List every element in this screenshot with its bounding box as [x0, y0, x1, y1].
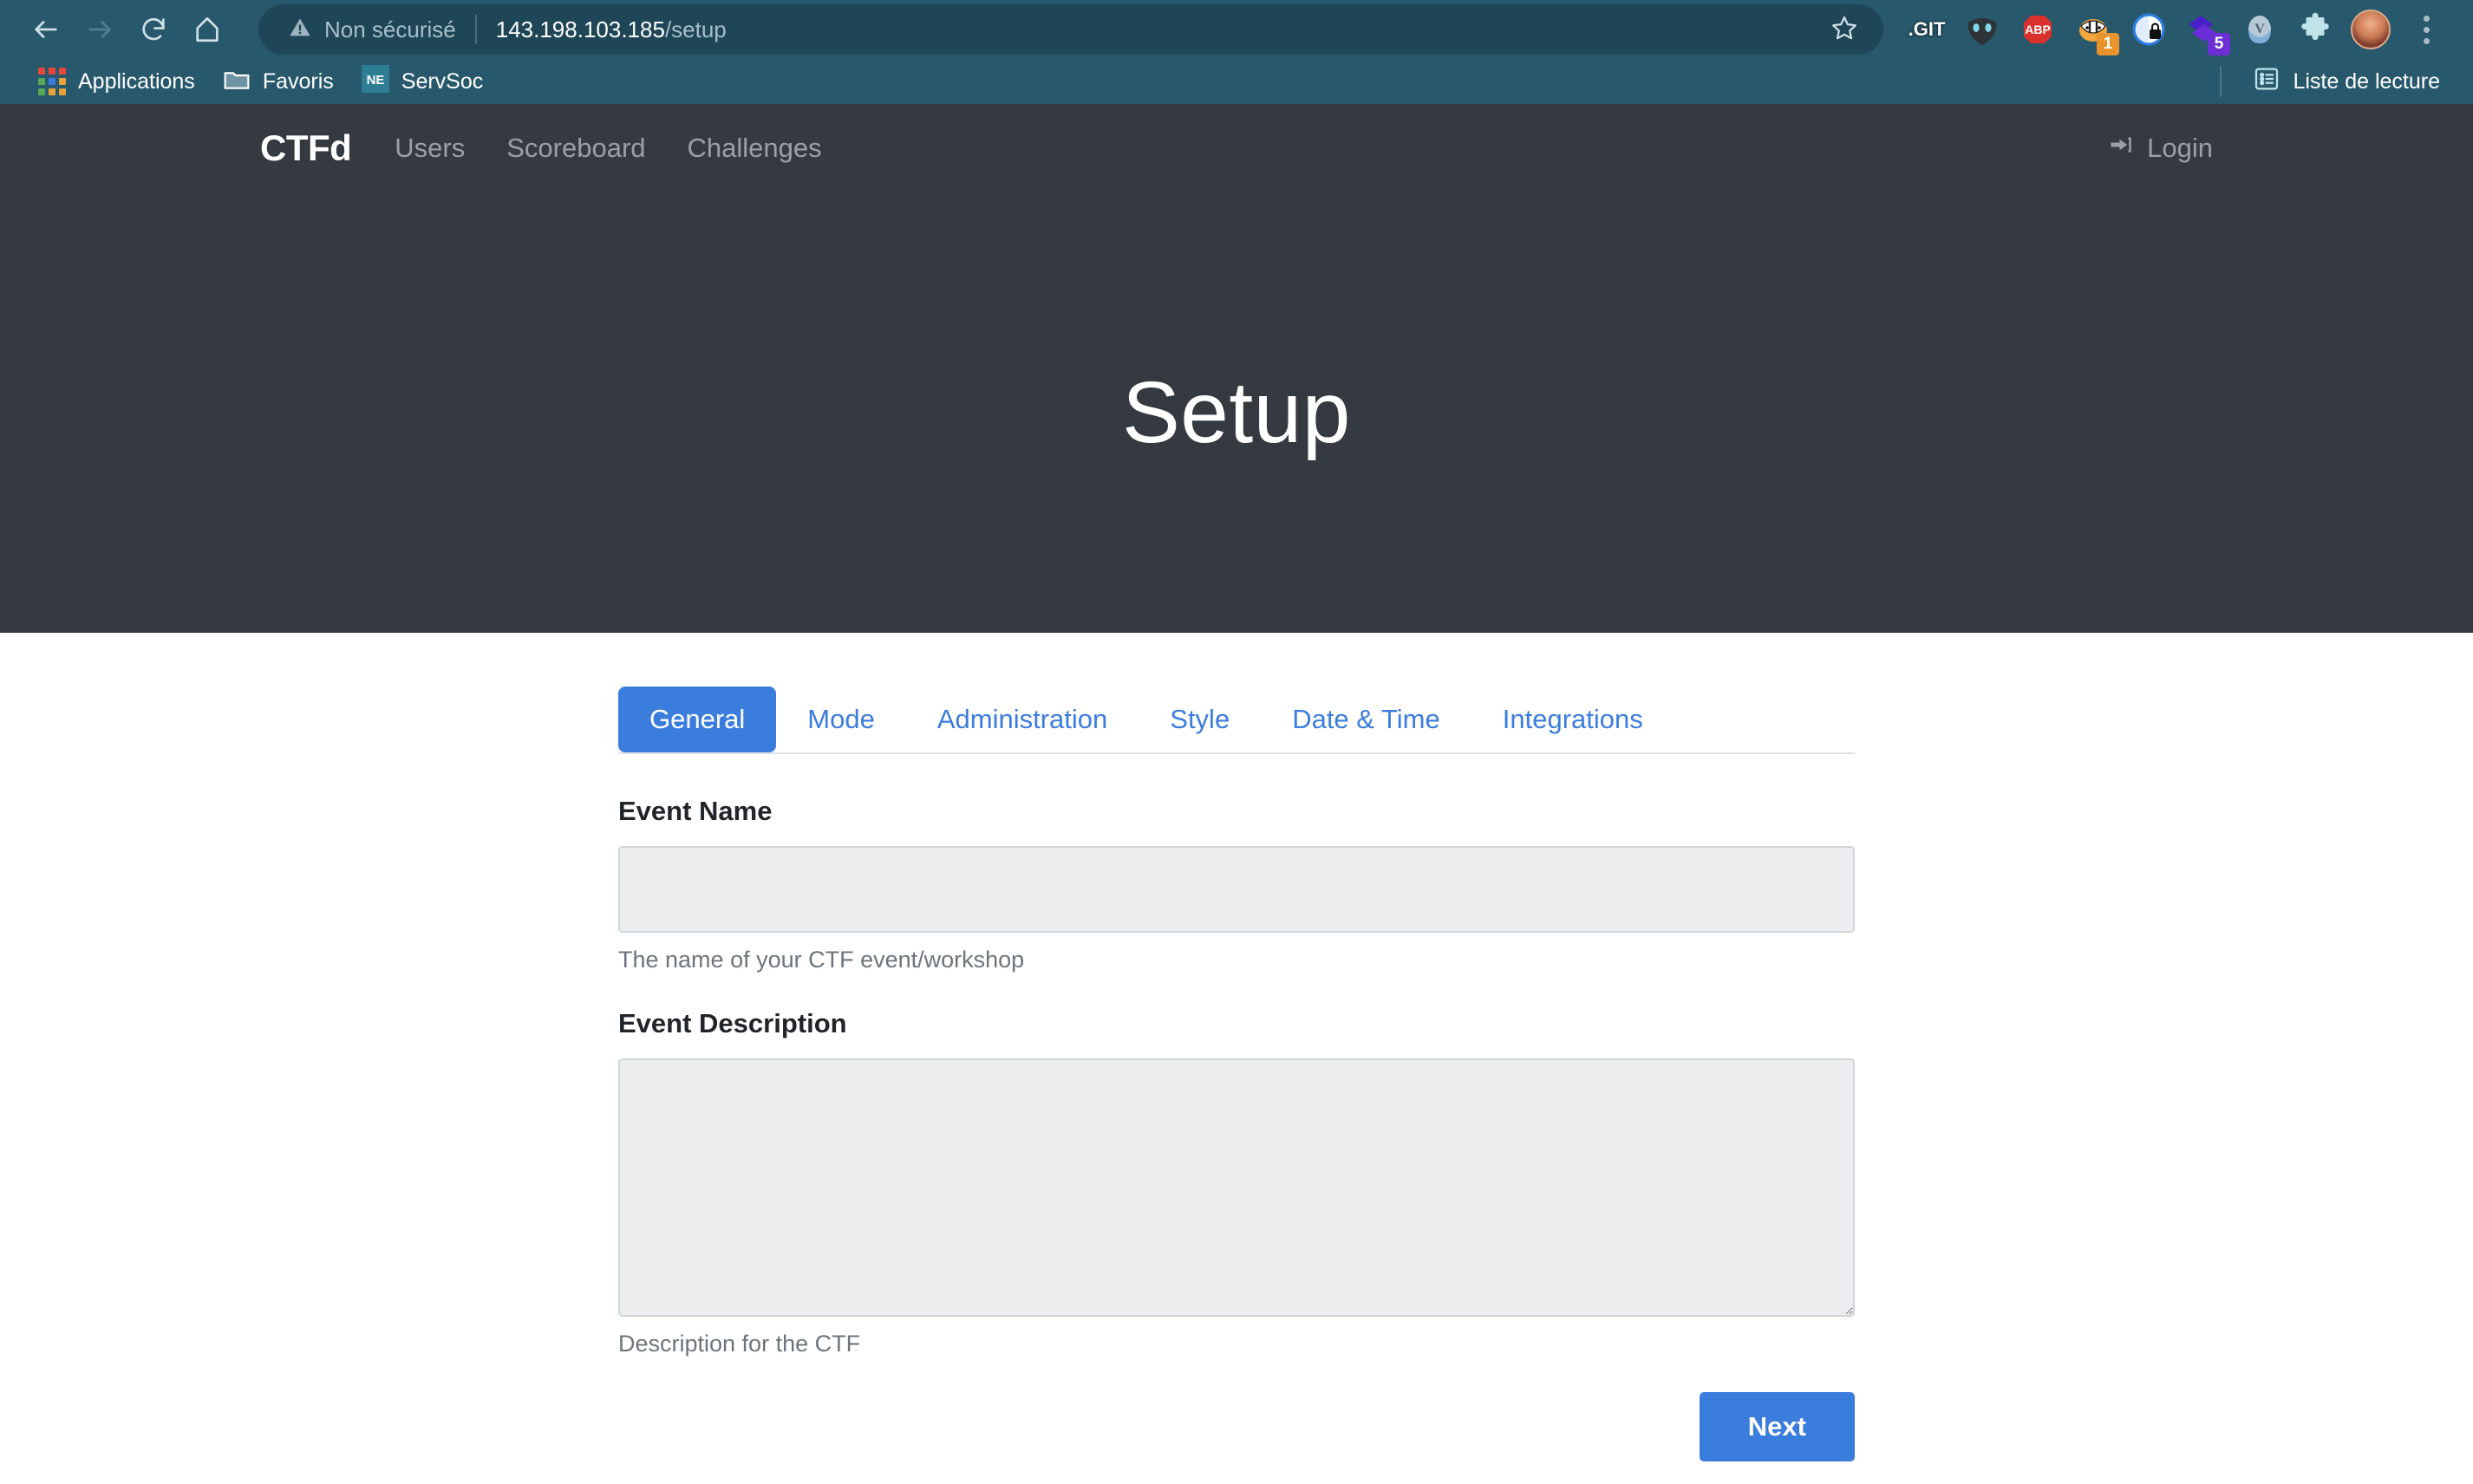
browser-toolbar: Non sécurisé 143.198.103.185/setup .GIT — [0, 0, 2473, 59]
bookmark-label: ServSoc — [401, 69, 483, 94]
url-path: /setup — [665, 16, 727, 42]
event-name-label: Event Name — [618, 796, 1855, 827]
nav-link-users[interactable]: Users — [395, 133, 465, 164]
event-name-input[interactable] — [618, 846, 1855, 933]
event-name-help: The name of your CTF event/workshop — [618, 947, 1855, 973]
event-description-help: Description for the CTF — [618, 1331, 1855, 1357]
nav-link-scoreboard[interactable]: Scoreboard — [506, 133, 645, 164]
extension-badge: 5 — [2208, 33, 2230, 55]
tab-general[interactable]: General — [618, 687, 776, 752]
avatar[interactable] — [2343, 2, 2398, 57]
site-navbar: CTFd Users Scoreboard Challenges Login — [0, 104, 2473, 192]
tab-date-time[interactable]: Date & Time — [1261, 687, 1471, 752]
reading-list-button[interactable]: Liste de lecture — [2239, 60, 2454, 104]
tab-style[interactable]: Style — [1139, 687, 1261, 752]
forward-arrow-icon[interactable] — [73, 3, 127, 56]
tab-integrations[interactable]: Integrations — [1471, 687, 1674, 752]
address-bar[interactable]: Non sécurisé 143.198.103.185/setup — [258, 4, 1883, 55]
bookmark-favoris[interactable]: Favoris — [209, 62, 348, 102]
login-link[interactable]: Login — [2109, 132, 2213, 165]
page-title: Setup — [1122, 363, 1351, 463]
reading-list-icon — [2253, 65, 2281, 99]
nav-link-challenges[interactable]: Challenges — [688, 133, 822, 164]
ne-favicon-icon: NE — [362, 65, 389, 99]
field-group-event-name: Event Name The name of your CTF event/wo… — [618, 796, 1855, 973]
security-label: Non sécurisé — [324, 16, 456, 43]
bookmarks-bar: Applications Favoris NE ServSoc — [0, 59, 2473, 104]
git-extension-icon[interactable]: .GIT — [1899, 2, 1954, 57]
setup-tabs: General Mode Administration Style Date &… — [618, 687, 1855, 754]
bookmarks-divider — [2220, 66, 2222, 97]
svg-text:NE: NE — [366, 73, 384, 88]
omnibox-divider — [475, 15, 477, 44]
page-jumbotron: Setup — [0, 192, 2473, 633]
field-group-event-description: Event Description Description for the CT… — [618, 1008, 1855, 1357]
bookmark-applications[interactable]: Applications — [24, 62, 209, 101]
brand-logo[interactable]: CTFd — [260, 127, 351, 169]
next-button[interactable]: Next — [1700, 1392, 1855, 1461]
browser-chrome: Non sécurisé 143.198.103.185/setup .GIT — [0, 0, 2473, 104]
sign-in-icon — [2109, 132, 2135, 165]
extension-icons: .GIT ABP — [1899, 2, 2454, 57]
setup-form: Event Name The name of your CTF event/wo… — [618, 754, 1855, 1461]
privacy-possum-extension-icon[interactable] — [2121, 2, 2176, 57]
tab-administration[interactable]: Administration — [906, 687, 1139, 752]
back-arrow-icon[interactable] — [19, 3, 73, 56]
page-content: CTFd Users Scoreboard Challenges Login S… — [0, 104, 2473, 1484]
navbar-right: Login — [2109, 132, 2213, 165]
bookmark-label: Applications — [78, 69, 195, 94]
reload-icon[interactable] — [127, 3, 180, 56]
bookmark-label: Favoris — [263, 69, 334, 94]
bookmark-servsoc[interactable]: NE ServSoc — [348, 60, 497, 104]
vimium-extension-icon[interactable]: V — [2232, 2, 2287, 57]
warning-triangle-icon — [288, 16, 312, 44]
security-status[interactable]: Non sécurisé — [288, 16, 456, 44]
folder-icon — [223, 67, 251, 97]
svg-text:ABP: ABP — [2025, 23, 2051, 36]
home-icon[interactable] — [180, 3, 234, 56]
tab-mode[interactable]: Mode — [776, 687, 906, 752]
reading-list-label: Liste de lecture — [2293, 69, 2440, 94]
event-description-label: Event Description — [618, 1008, 1855, 1039]
privacy-badger-extension-icon[interactable]: 1 — [2065, 2, 2121, 57]
form-actions: Next — [618, 1392, 1855, 1461]
adblock-plus-extension-icon[interactable]: ABP — [2010, 2, 2065, 57]
setup-container: General Mode Administration Style Date &… — [618, 633, 1855, 1484]
apps-grid-icon — [38, 68, 66, 95]
affinity-extension-icon[interactable]: 5 — [2176, 2, 2232, 57]
url-host: 143.198.103.185 — [496, 16, 665, 42]
login-label: Login — [2147, 133, 2213, 164]
star-icon[interactable] — [1830, 13, 1859, 47]
dashlane-extension-icon[interactable] — [1954, 2, 2010, 57]
svg-text:V: V — [2254, 22, 2265, 36]
extension-badge: 1 — [2097, 33, 2119, 55]
extensions-puzzle-icon[interactable] — [2287, 2, 2343, 57]
chrome-menu-icon[interactable] — [2398, 2, 2454, 57]
url-text: 143.198.103.185/setup — [496, 16, 1817, 43]
nav-links: Users Scoreboard Challenges — [395, 133, 821, 164]
event-description-textarea[interactable] — [618, 1058, 1855, 1317]
